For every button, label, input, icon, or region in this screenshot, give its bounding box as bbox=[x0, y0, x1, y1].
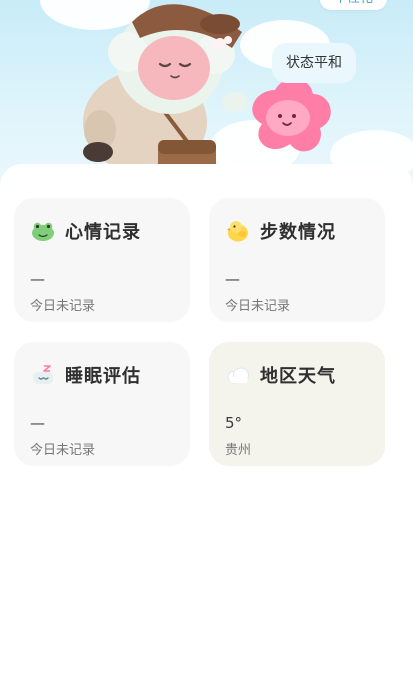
regional-weather-card[interactable]: 地区天气 5° 贵州 bbox=[209, 342, 385, 466]
card-value: — bbox=[30, 414, 45, 432]
content-panel: 心情记录 — 今日未记录 步数情况 — 今日未记录 睡眠评估 — 今日未记录 地… bbox=[0, 164, 413, 690]
frog-icon bbox=[32, 222, 54, 241]
card-header: 步数情况 bbox=[225, 218, 336, 244]
card-value: — bbox=[30, 270, 45, 288]
card-value: — bbox=[225, 270, 240, 288]
mood-record-card[interactable]: 心情记录 — 今日未记录 bbox=[14, 198, 190, 322]
status-speech-bubble: 状态平和 bbox=[272, 43, 356, 83]
card-header: 睡眠评估 bbox=[30, 362, 141, 388]
chick-icon bbox=[227, 221, 248, 242]
card-header: 心情记录 bbox=[30, 218, 141, 244]
cloud-icon bbox=[227, 367, 249, 384]
temperature-value: 5° bbox=[225, 414, 243, 432]
card-subtitle: 今日未记录 bbox=[225, 299, 291, 314]
card-header: 地区天气 bbox=[225, 362, 336, 388]
sleep-pillow-icon bbox=[33, 365, 53, 384]
card-title: 睡眠评估 bbox=[65, 366, 141, 387]
health-home-screen: 个性化 bbox=[0, 0, 413, 690]
sleep-assessment-card[interactable]: 睡眠评估 — 今日未记录 bbox=[14, 342, 190, 466]
card-subtitle: 今日未记录 bbox=[30, 443, 96, 458]
card-title: 地区天气 bbox=[260, 366, 336, 387]
card-title: 心情记录 bbox=[65, 222, 141, 243]
card-title: 步数情况 bbox=[260, 222, 336, 243]
card-subtitle: 今日未记录 bbox=[30, 299, 96, 314]
location-label: 贵州 bbox=[225, 443, 252, 458]
steps-card[interactable]: 步数情况 — 今日未记录 bbox=[209, 198, 385, 322]
